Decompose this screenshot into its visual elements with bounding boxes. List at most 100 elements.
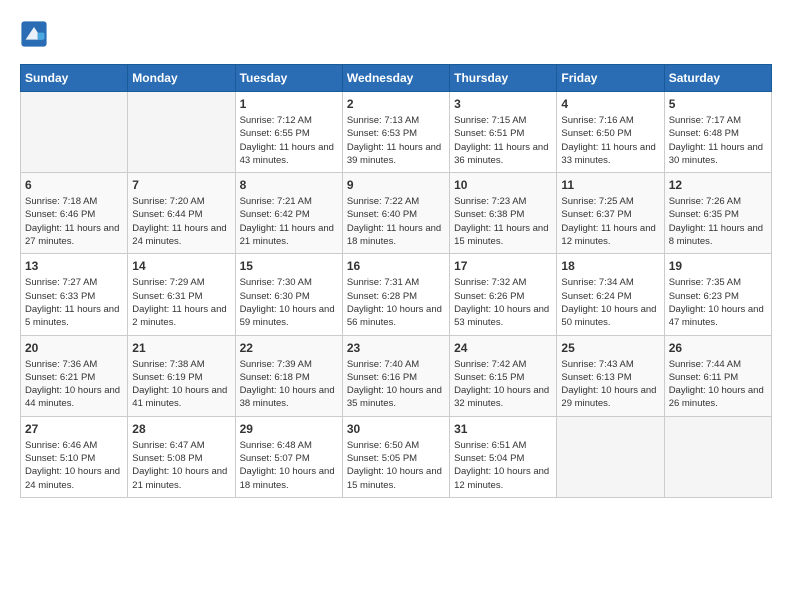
day-number: 6	[25, 178, 123, 192]
cell-info: Sunrise: 7:42 AM Sunset: 6:15 PM Dayligh…	[454, 358, 552, 411]
calendar-cell: 6 Sunrise: 7:18 AM Sunset: 6:46 PM Daylig…	[21, 173, 128, 254]
calendar-cell: 29 Sunrise: 6:48 AM Sunset: 5:07 PM Dayli…	[235, 416, 342, 497]
calendar-cell: 5 Sunrise: 7:17 AM Sunset: 6:48 PM Daylig…	[664, 92, 771, 173]
week-row-3: 20 Sunrise: 7:36 AM Sunset: 6:21 PM Dayli…	[21, 335, 772, 416]
cell-info: Sunrise: 7:26 AM Sunset: 6:35 PM Dayligh…	[669, 195, 767, 248]
cell-info: Sunrise: 7:40 AM Sunset: 6:16 PM Dayligh…	[347, 358, 445, 411]
calendar-cell: 16 Sunrise: 7:31 AM Sunset: 6:28 PM Dayli…	[342, 254, 449, 335]
header-monday: Monday	[128, 65, 235, 92]
calendar-cell: 17 Sunrise: 7:32 AM Sunset: 6:26 PM Dayli…	[450, 254, 557, 335]
week-row-1: 6 Sunrise: 7:18 AM Sunset: 6:46 PM Daylig…	[21, 173, 772, 254]
cell-info: Sunrise: 7:30 AM Sunset: 6:30 PM Dayligh…	[240, 276, 338, 329]
day-number: 7	[132, 178, 230, 192]
calendar-cell: 27 Sunrise: 6:46 AM Sunset: 5:10 PM Dayli…	[21, 416, 128, 497]
header-tuesday: Tuesday	[235, 65, 342, 92]
calendar-cell: 20 Sunrise: 7:36 AM Sunset: 6:21 PM Dayli…	[21, 335, 128, 416]
header-saturday: Saturday	[664, 65, 771, 92]
day-number: 9	[347, 178, 445, 192]
day-number: 18	[561, 259, 659, 273]
calendar-cell: 11Sunrise: 7:25 AM Sunset: 6:37 PM Dayli…	[557, 173, 664, 254]
calendar-cell: 10Sunrise: 7:23 AM Sunset: 6:38 PM Dayli…	[450, 173, 557, 254]
cell-info: Sunrise: 7:29 AM Sunset: 6:31 PM Dayligh…	[132, 276, 230, 329]
day-number: 20	[25, 341, 123, 355]
day-number: 1	[240, 97, 338, 111]
calendar-cell: 19 Sunrise: 7:35 AM Sunset: 6:23 PM Dayli…	[664, 254, 771, 335]
day-number: 29	[240, 422, 338, 436]
cell-info: Sunrise: 7:43 AM Sunset: 6:13 PM Dayligh…	[561, 358, 659, 411]
calendar-cell	[557, 416, 664, 497]
cell-info: Sunrise: 7:31 AM Sunset: 6:28 PM Dayligh…	[347, 276, 445, 329]
calendar-cell: 9Sunrise: 7:22 AM Sunset: 6:40 PM Daylig…	[342, 173, 449, 254]
day-number: 8	[240, 178, 338, 192]
cell-info: Sunrise: 7:39 AM Sunset: 6:18 PM Dayligh…	[240, 358, 338, 411]
calendar-cell: 2 Sunrise: 7:13 AM Sunset: 6:53 PM Daylig…	[342, 92, 449, 173]
cell-info: Sunrise: 7:12 AM Sunset: 6:55 PM Dayligh…	[240, 114, 338, 167]
day-number: 13	[25, 259, 123, 273]
calendar-cell: 18Sunrise: 7:34 AM Sunset: 6:24 PM Dayli…	[557, 254, 664, 335]
cell-info: Sunrise: 7:23 AM Sunset: 6:38 PM Dayligh…	[454, 195, 552, 248]
day-number: 26	[669, 341, 767, 355]
cell-info: Sunrise: 7:20 AM Sunset: 6:44 PM Dayligh…	[132, 195, 230, 248]
cell-info: Sunrise: 7:32 AM Sunset: 6:26 PM Dayligh…	[454, 276, 552, 329]
day-number: 28	[132, 422, 230, 436]
day-number: 31	[454, 422, 552, 436]
calendar-cell: 24 Sunrise: 7:42 AM Sunset: 6:15 PM Dayli…	[450, 335, 557, 416]
day-number: 5	[669, 97, 767, 111]
calendar-cell: 30Sunrise: 6:50 AM Sunset: 5:05 PM Dayli…	[342, 416, 449, 497]
cell-info: Sunrise: 7:18 AM Sunset: 6:46 PM Dayligh…	[25, 195, 123, 248]
calendar-cell	[128, 92, 235, 173]
day-number: 24	[454, 341, 552, 355]
calendar-cell: 13 Sunrise: 7:27 AM Sunset: 6:33 PM Dayli…	[21, 254, 128, 335]
header-wednesday: Wednesday	[342, 65, 449, 92]
header-friday: Friday	[557, 65, 664, 92]
day-number: 25	[561, 341, 659, 355]
week-row-2: 13 Sunrise: 7:27 AM Sunset: 6:33 PM Dayli…	[21, 254, 772, 335]
day-number: 11	[561, 178, 659, 192]
cell-info: Sunrise: 7:15 AM Sunset: 6:51 PM Dayligh…	[454, 114, 552, 167]
calendar-header: SundayMondayTuesdayWednesdayThursdayFrid…	[21, 65, 772, 92]
calendar-cell: 15 Sunrise: 7:30 AM Sunset: 6:30 PM Dayli…	[235, 254, 342, 335]
cell-info: Sunrise: 6:51 AM Sunset: 5:04 PM Dayligh…	[454, 439, 552, 492]
calendar-cell: 14 Sunrise: 7:29 AM Sunset: 6:31 PM Dayli…	[128, 254, 235, 335]
week-row-4: 27 Sunrise: 6:46 AM Sunset: 5:10 PM Dayli…	[21, 416, 772, 497]
day-number: 14	[132, 259, 230, 273]
day-number: 21	[132, 341, 230, 355]
day-number: 23	[347, 341, 445, 355]
cell-info: Sunrise: 7:16 AM Sunset: 6:50 PM Dayligh…	[561, 114, 659, 167]
logo	[20, 20, 52, 48]
cell-info: Sunrise: 7:27 AM Sunset: 6:33 PM Dayligh…	[25, 276, 123, 329]
cell-info: Sunrise: 7:21 AM Sunset: 6:42 PM Dayligh…	[240, 195, 338, 248]
calendar-cell: 21 Sunrise: 7:38 AM Sunset: 6:19 PM Dayli…	[128, 335, 235, 416]
calendar-cell: 23 Sunrise: 7:40 AM Sunset: 6:16 PM Dayli…	[342, 335, 449, 416]
week-row-0: 1 Sunrise: 7:12 AM Sunset: 6:55 PM Daylig…	[21, 92, 772, 173]
calendar-table: SundayMondayTuesdayWednesdayThursdayFrid…	[20, 64, 772, 498]
header-sunday: Sunday	[21, 65, 128, 92]
day-number: 27	[25, 422, 123, 436]
cell-info: Sunrise: 6:46 AM Sunset: 5:10 PM Dayligh…	[25, 439, 123, 492]
calendar-cell	[664, 416, 771, 497]
day-number: 15	[240, 259, 338, 273]
cell-info: Sunrise: 7:44 AM Sunset: 6:11 PM Dayligh…	[669, 358, 767, 411]
day-number: 16	[347, 259, 445, 273]
cell-info: Sunrise: 7:17 AM Sunset: 6:48 PM Dayligh…	[669, 114, 767, 167]
cell-info: Sunrise: 7:38 AM Sunset: 6:19 PM Dayligh…	[132, 358, 230, 411]
cell-info: Sunrise: 6:48 AM Sunset: 5:07 PM Dayligh…	[240, 439, 338, 492]
cell-info: Sunrise: 7:35 AM Sunset: 6:23 PM Dayligh…	[669, 276, 767, 329]
calendar-cell: 12 Sunrise: 7:26 AM Sunset: 6:35 PM Dayli…	[664, 173, 771, 254]
cell-info: Sunrise: 6:47 AM Sunset: 5:08 PM Dayligh…	[132, 439, 230, 492]
day-number: 12	[669, 178, 767, 192]
calendar-cell: 7 Sunrise: 7:20 AM Sunset: 6:44 PM Daylig…	[128, 173, 235, 254]
calendar-cell: 3Sunrise: 7:15 AM Sunset: 6:51 PM Daylig…	[450, 92, 557, 173]
cell-info: Sunrise: 7:36 AM Sunset: 6:21 PM Dayligh…	[25, 358, 123, 411]
day-number: 30	[347, 422, 445, 436]
calendar-cell: 25 Sunrise: 7:43 AM Sunset: 6:13 PM Dayli…	[557, 335, 664, 416]
logo-icon	[20, 20, 48, 48]
day-number: 17	[454, 259, 552, 273]
calendar-cell: 31 Sunrise: 6:51 AM Sunset: 5:04 PM Dayli…	[450, 416, 557, 497]
day-number: 2	[347, 97, 445, 111]
calendar-cell: 28 Sunrise: 6:47 AM Sunset: 5:08 PM Dayli…	[128, 416, 235, 497]
day-number: 19	[669, 259, 767, 273]
calendar-cell: 26 Sunrise: 7:44 AM Sunset: 6:11 PM Dayli…	[664, 335, 771, 416]
cell-info: Sunrise: 7:13 AM Sunset: 6:53 PM Dayligh…	[347, 114, 445, 167]
calendar-cell: 22Sunrise: 7:39 AM Sunset: 6:18 PM Dayli…	[235, 335, 342, 416]
